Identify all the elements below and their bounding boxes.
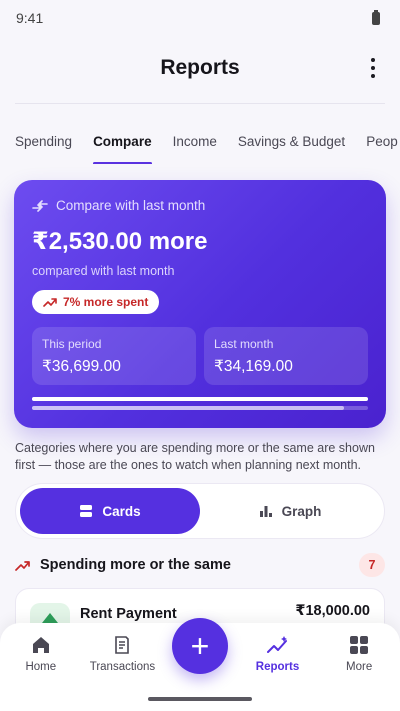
last-month-bar xyxy=(32,406,368,410)
last-month-box: Last month ₹34,169.00 xyxy=(204,327,368,385)
cards-icon xyxy=(80,505,93,517)
last-month-bar-fill xyxy=(32,406,345,410)
view-toggle: Cards Graph xyxy=(15,483,385,539)
this-period-label: This period xyxy=(42,337,102,351)
page-title: Reports xyxy=(160,56,240,79)
difference-amount: ₹2,530.00 more xyxy=(32,228,208,255)
report-tabs: Spending Compare Income Savings & Budget… xyxy=(0,104,400,164)
overflow-menu-icon[interactable] xyxy=(366,58,380,78)
sorting-note: Categories where you are spending more o… xyxy=(15,441,375,472)
cards-view-label: Cards xyxy=(102,503,141,519)
compare-heading: Compare with last month xyxy=(32,198,368,213)
nav-reports-label: Reports xyxy=(255,661,300,673)
graph-view-label: Graph xyxy=(281,503,322,519)
graph-view-button[interactable]: Graph xyxy=(200,488,380,534)
comparison-bars xyxy=(32,397,368,410)
grid-icon xyxy=(350,636,369,654)
compare-heading-text: Compare with last month xyxy=(56,198,206,213)
tab-savings-budget[interactable]: Savings & Budget xyxy=(238,134,345,164)
section-title: Spending more or the same xyxy=(40,557,231,573)
category-count-badge: 7 xyxy=(359,553,385,577)
nav-more-label: More xyxy=(346,661,373,673)
tab-spending[interactable]: Spending xyxy=(15,134,72,164)
period-comparison: This period ₹36,699.00 Last month ₹34,16… xyxy=(32,327,368,385)
trending-up-icon xyxy=(15,560,30,571)
app-bar: Reports xyxy=(0,36,400,100)
compare-arrows-icon xyxy=(32,199,48,212)
spending-more-section-header: Spending more or the same 7 xyxy=(15,553,385,577)
home-icon xyxy=(32,637,49,653)
this-period-bar-fill xyxy=(32,397,368,401)
status-time: 9:41 xyxy=(16,10,44,26)
trending-up-icon xyxy=(43,298,57,307)
percent-change-badge: 7% more spent xyxy=(32,290,160,314)
receipt-icon xyxy=(115,636,130,654)
battery-icon xyxy=(372,9,380,25)
nav-home-label: Home xyxy=(25,661,57,673)
this-period-value: ₹36,699.00 xyxy=(42,358,121,375)
difference-subtitle: compared with last month xyxy=(32,264,175,278)
compare-summary-card: Compare with last month ₹2,530.00 more c… xyxy=(14,180,386,428)
tab-compare[interactable]: Compare xyxy=(93,134,152,164)
bar-chart-icon xyxy=(259,506,272,517)
last-month-value: ₹34,169.00 xyxy=(214,358,293,375)
add-transaction-button[interactable]: + xyxy=(172,618,228,674)
tab-people[interactable]: Peop xyxy=(366,134,398,164)
percent-change-text: 7% more spent xyxy=(63,295,149,309)
status-bar: 9:41 xyxy=(0,0,400,36)
nav-transactions-label: Transactions xyxy=(89,661,156,673)
home-indicator xyxy=(148,697,252,701)
this-period-bar xyxy=(32,397,368,401)
nav-home[interactable]: Home xyxy=(0,635,82,711)
tab-income[interactable]: Income xyxy=(173,134,217,164)
cards-view-button[interactable]: Cards xyxy=(20,488,200,534)
nav-more[interactable]: More xyxy=(318,635,400,711)
this-period-box: This period ₹36,699.00 xyxy=(32,327,196,385)
sparkle-chart-icon xyxy=(266,636,287,653)
last-month-label: Last month xyxy=(214,337,274,351)
